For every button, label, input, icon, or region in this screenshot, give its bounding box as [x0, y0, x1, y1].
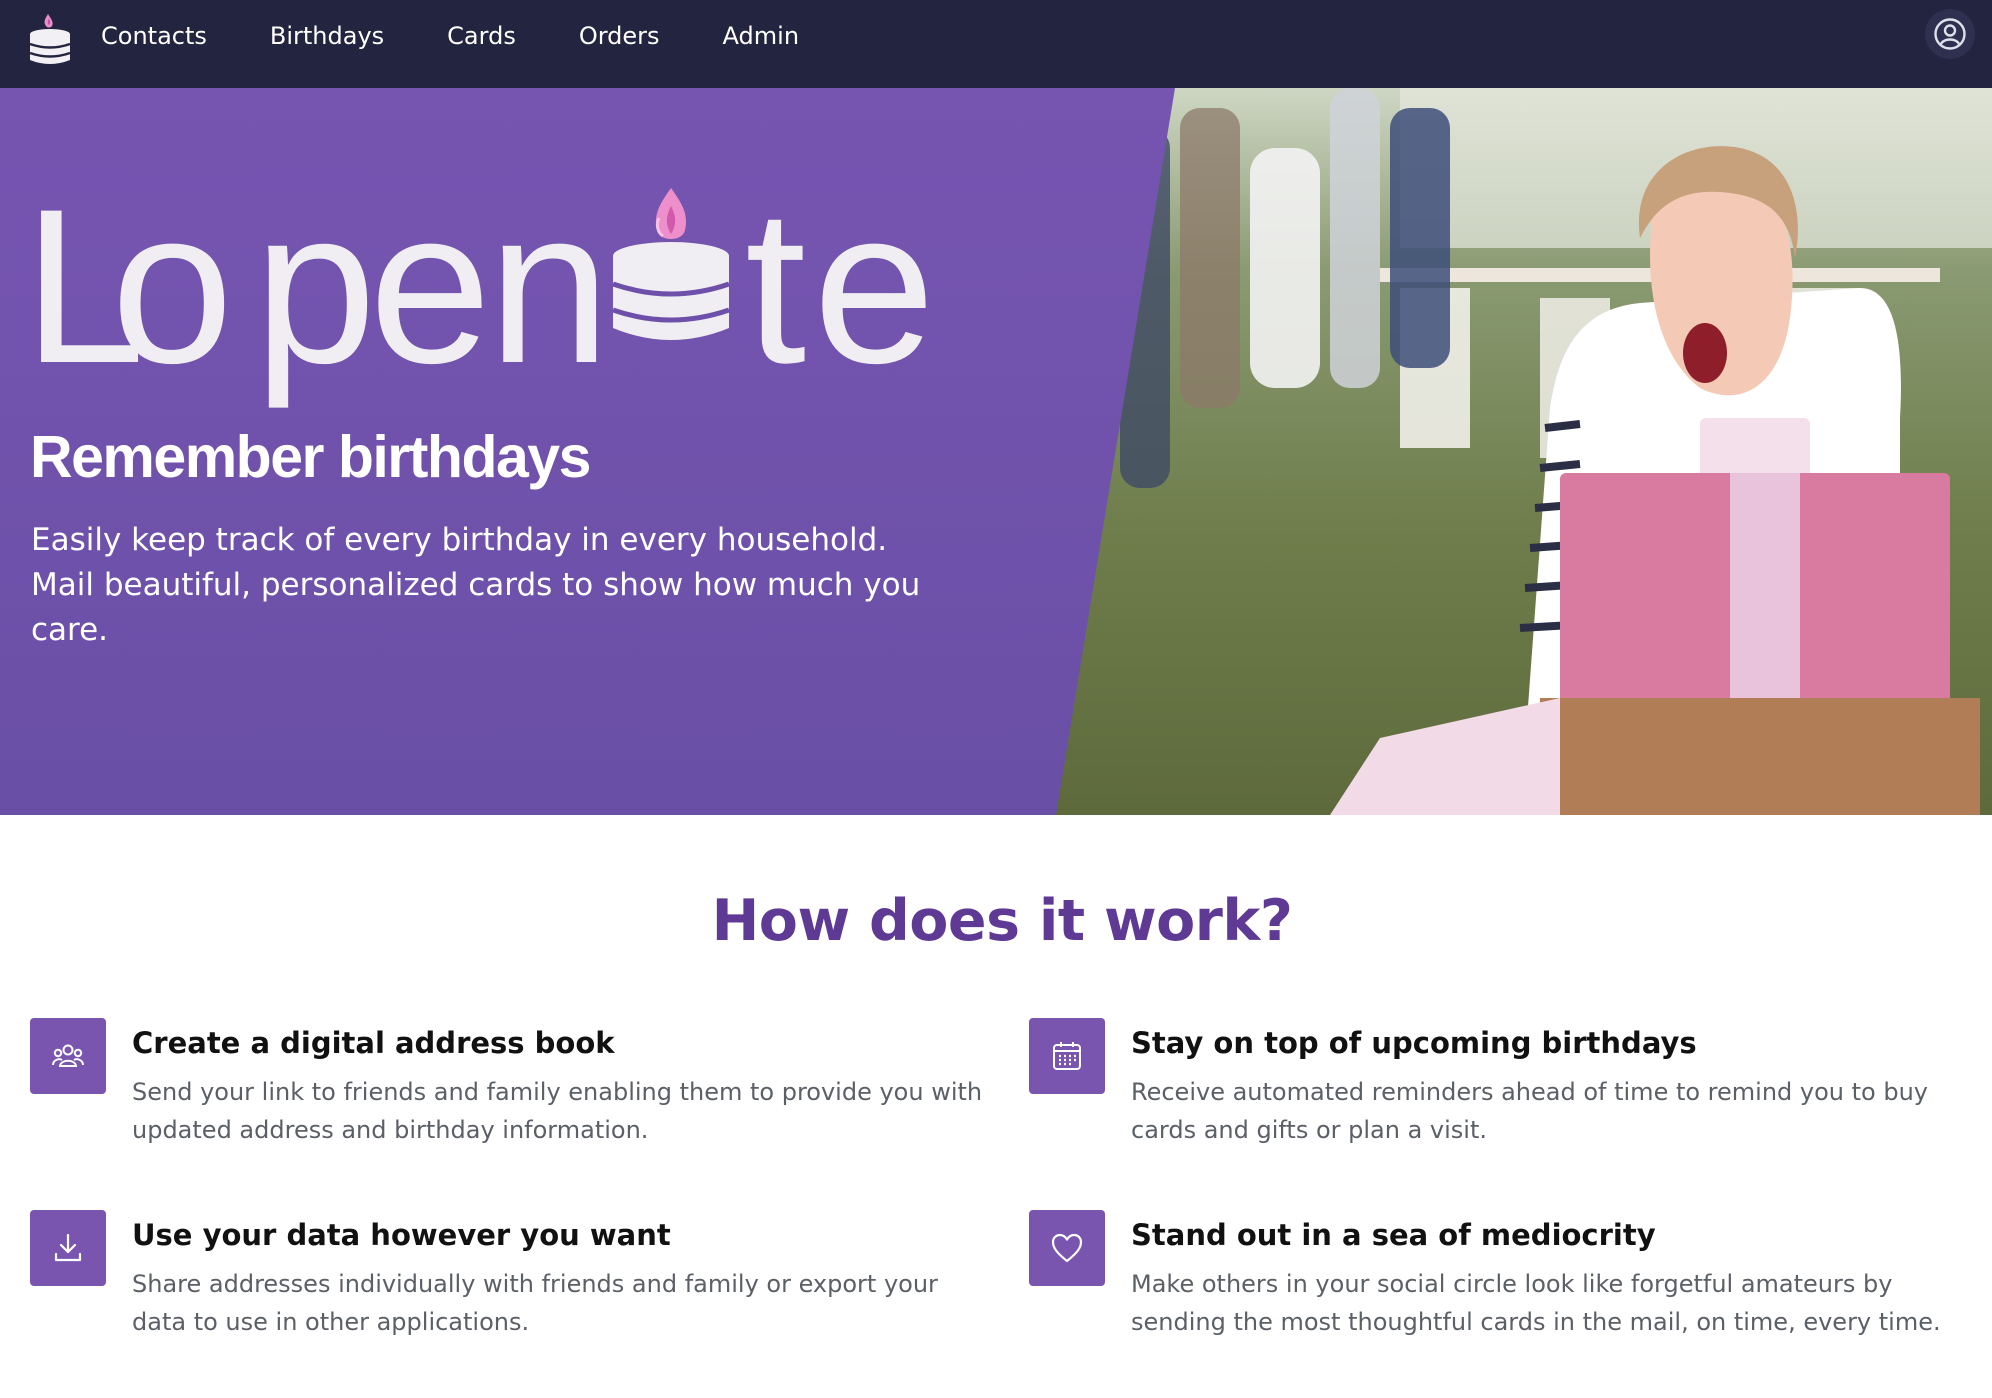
nav-item-birthdays[interactable]: Birthdays	[270, 22, 384, 50]
feature-description: Receive automated reminders ahead of tim…	[1131, 1078, 1929, 1144]
hero-subtitle: Easily keep track of every birthday in e…	[31, 522, 921, 648]
hero-section: L o p e n t e Remember birthdays Easily …	[0, 88, 1992, 815]
nav-item-orders[interactable]: Orders	[579, 22, 660, 50]
brand-letter: n	[488, 163, 610, 409]
nav-item-admin[interactable]: Admin	[723, 22, 800, 50]
feature-description: Share addresses individually with friend…	[132, 1270, 938, 1336]
nav-item-cards[interactable]: Cards	[447, 22, 516, 50]
calendar-icon	[1029, 1018, 1105, 1094]
top-navbar: Contacts Birthdays Cards Orders Admin	[0, 0, 1992, 88]
feature-description: Make others in your social circle look l…	[1131, 1270, 1941, 1336]
feature-title: Create a digital address book	[132, 1026, 615, 1060]
brand-letter: e	[369, 163, 491, 409]
nav-item-contacts[interactable]: Contacts	[101, 22, 207, 50]
feature-description: Send your link to friends and family ena…	[132, 1078, 983, 1144]
hero-title: Remember birthdays	[30, 424, 591, 490]
brand-letter: o	[111, 163, 233, 409]
feature-title: Use your data however you want	[132, 1218, 671, 1252]
brand-letter: t	[745, 163, 806, 409]
heart-icon	[1029, 1210, 1105, 1286]
feature-title: Stay on top of upcoming birthdays	[1131, 1026, 1697, 1060]
feature-title: Stand out in a sea of mediocrity	[1131, 1218, 1656, 1252]
brand-cake-icon	[611, 188, 731, 352]
people-group-icon	[30, 1018, 106, 1094]
brand-letter: e	[813, 163, 935, 409]
brand-wordmark: L o p e n t e	[23, 163, 935, 409]
brand-letter: p	[254, 163, 376, 409]
birthday-cake-logo-icon[interactable]	[26, 10, 74, 66]
how-it-works-heading: How does it work?	[711, 888, 1293, 954]
download-icon	[30, 1210, 106, 1286]
nav-links: Contacts Birthdays Cards Orders Admin	[101, 0, 862, 72]
user-account-icon[interactable]	[1925, 9, 1975, 59]
